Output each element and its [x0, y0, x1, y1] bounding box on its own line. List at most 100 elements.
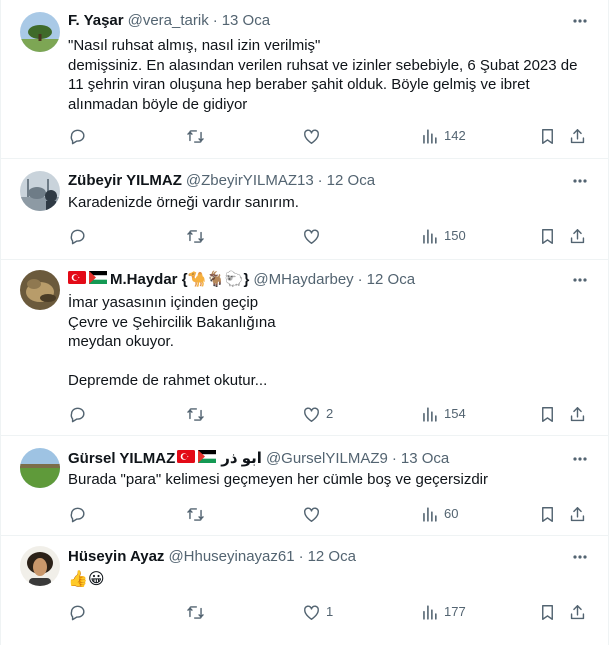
avatar-landscape-image: [20, 12, 60, 52]
tweet-header: F. Yaşar @vera_tarik · 13 Oca: [68, 11, 270, 31]
retweet-button[interactable]: [186, 126, 210, 146]
display-name[interactable]: F. Yaşar: [68, 11, 124, 31]
share-icon: [570, 506, 585, 521]
user-handle[interactable]: @ZbeyirYILMAZ13: [186, 171, 314, 191]
views-button[interactable]: 154: [420, 404, 466, 424]
more-options-button[interactable]: [570, 11, 590, 31]
avatar[interactable]: [20, 448, 60, 488]
retweet-icon: [187, 407, 204, 421]
reply-button[interactable]: [68, 602, 92, 622]
tweet[interactable]: Zübeyir YILMAZ @ZbeyirYILMAZ13 · 12 Oca …: [1, 159, 608, 260]
display-name[interactable]: Gürsel YILMAZ: [68, 449, 175, 469]
like-icon: [304, 228, 319, 244]
retweet-icon: [187, 229, 204, 243]
tweet[interactable]: F. Yaşar @vera_tarik · 13 Oca "Nasıl ruh…: [1, 0, 608, 159]
timestamp[interactable]: 12 Oca: [308, 547, 356, 567]
avatar[interactable]: [20, 546, 60, 586]
display-name[interactable]: M.Haydar {🐪🐐🐑}: [110, 270, 249, 290]
share-button[interactable]: [568, 226, 587, 246]
display-name[interactable]: Zübeyir YILMAZ: [68, 171, 182, 191]
views-icon: [423, 604, 437, 620]
share-button[interactable]: [568, 126, 587, 146]
retweet-button[interactable]: [186, 602, 210, 622]
like-button[interactable]: [302, 226, 326, 246]
retweet-button[interactable]: [186, 504, 210, 524]
user-handle[interactable]: @MHaydarbey: [253, 270, 353, 290]
tweet-text: 👍😀: [68, 571, 105, 588]
view-count: 60: [444, 506, 459, 521]
bookmark-button[interactable]: [538, 602, 557, 622]
display-name[interactable]: Hüseyin Ayaz: [68, 547, 164, 567]
views-button[interactable]: 177: [420, 602, 466, 622]
more-icon: [573, 179, 587, 183]
timestamp[interactable]: 13 Oca: [401, 449, 449, 469]
share-button[interactable]: [568, 504, 587, 524]
views-icon: [423, 228, 437, 244]
action-bar: 1 177: [68, 602, 588, 622]
bookmark-icon: [542, 506, 553, 522]
views-icon: [423, 128, 437, 144]
views-button[interactable]: 142: [420, 126, 466, 146]
display-name-arabic[interactable]: ابو ذر: [221, 449, 262, 469]
retweet-icon: [187, 605, 204, 619]
timestamp[interactable]: 12 Oca: [367, 270, 415, 290]
like-icon: [304, 128, 319, 144]
retweet-icon: [187, 129, 204, 143]
views-icon: [423, 506, 437, 522]
action-bar: 150: [68, 226, 588, 246]
more-icon: [573, 457, 587, 461]
avatar[interactable]: [20, 171, 60, 211]
like-button[interactable]: 1: [302, 602, 333, 622]
share-button[interactable]: [568, 404, 587, 424]
tweet-text: İmar yasasının içinden geçip Çevre ve Şe…: [68, 294, 276, 389]
like-button[interactable]: 2: [302, 404, 333, 424]
reply-button[interactable]: [68, 504, 92, 524]
user-handle[interactable]: @Hhuseyinayaz61: [168, 547, 294, 567]
bookmark-icon: [542, 128, 553, 144]
avatar[interactable]: [20, 270, 60, 310]
tweet[interactable]: Gürsel YILMAZ ابو ذر @GurselYILMAZ9 · 13…: [1, 436, 608, 536]
user-handle[interactable]: @GurselYILMAZ9: [266, 449, 388, 469]
user-handle[interactable]: @vera_tarik: [128, 11, 209, 31]
avatar-field-image: [20, 448, 60, 488]
like-button[interactable]: [302, 126, 326, 146]
view-count: 142: [444, 128, 466, 143]
bookmark-button[interactable]: [538, 504, 557, 524]
bookmark-button[interactable]: [538, 404, 557, 424]
views-button[interactable]: 150: [420, 226, 466, 246]
like-button[interactable]: [302, 504, 326, 524]
bookmark-icon: [542, 228, 553, 244]
reply-button[interactable]: [68, 404, 92, 424]
like-icon: [304, 406, 319, 422]
views-button[interactable]: 60: [420, 504, 458, 524]
tweet-text: Burada "para" kelimesi geçmeyen her cüml…: [68, 471, 489, 488]
share-icon: [570, 604, 585, 619]
more-options-button[interactable]: [570, 449, 590, 469]
more-options-button[interactable]: [570, 270, 590, 290]
bookmark-button[interactable]: [538, 126, 557, 146]
more-options-button[interactable]: [570, 547, 590, 567]
retweet-button[interactable]: [186, 226, 210, 246]
bookmark-button[interactable]: [538, 226, 557, 246]
more-icon: [573, 555, 587, 559]
tweet-header: Zübeyir YILMAZ @ZbeyirYILMAZ13 · 12 Oca: [68, 171, 375, 191]
timestamp[interactable]: 13 Oca: [222, 11, 270, 31]
reply-button[interactable]: [68, 226, 92, 246]
share-button[interactable]: [568, 602, 587, 622]
tweet[interactable]: M.Haydar {🐪🐐🐑} @MHaydarbey · 12 Oca İmar…: [1, 260, 608, 436]
retweet-button[interactable]: [186, 404, 210, 424]
reply-button[interactable]: [68, 126, 92, 146]
palestine-flag-icon: [198, 449, 217, 469]
bookmark-icon: [542, 604, 553, 620]
palestine-flag-icon: [89, 270, 107, 290]
reply-icon: [70, 407, 85, 422]
tweet[interactable]: Hüseyin Ayaz @Hhuseyinayaz61 · 12 Oca 👍😀…: [1, 536, 608, 645]
timestamp[interactable]: 12 Oca: [327, 171, 375, 191]
like-icon: [304, 604, 319, 620]
avatar[interactable]: [20, 12, 60, 52]
more-options-button[interactable]: [570, 171, 590, 191]
avatar-mosque-image: [20, 171, 60, 211]
reply-icon: [70, 507, 85, 522]
bookmark-icon: [542, 406, 553, 422]
like-count: 1: [326, 604, 334, 619]
